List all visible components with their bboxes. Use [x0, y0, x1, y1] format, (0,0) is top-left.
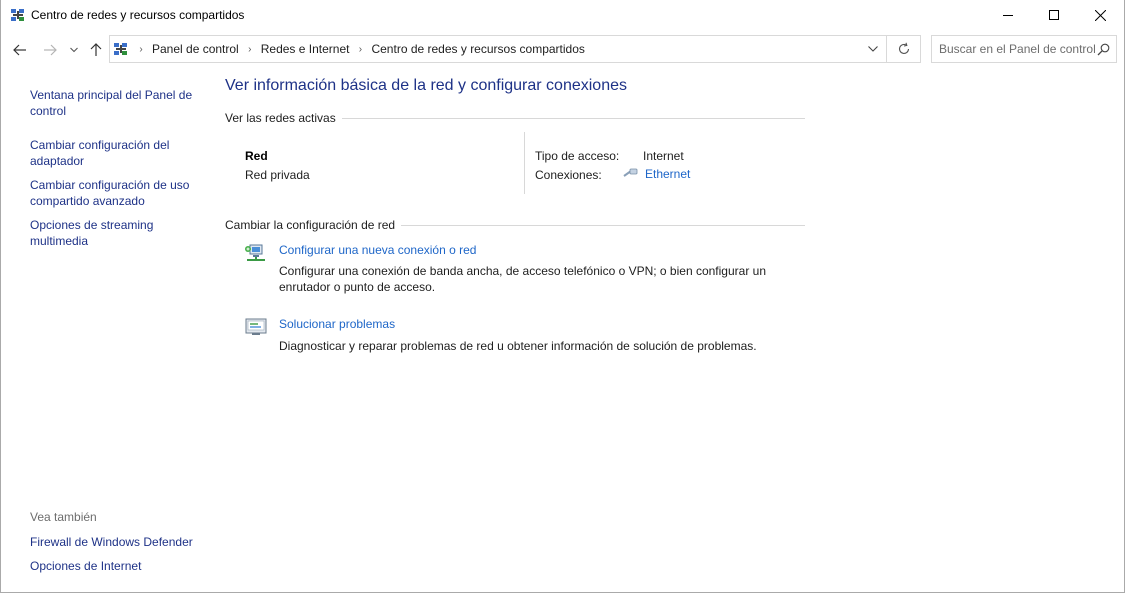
new-connection-icon [244, 241, 268, 265]
chevron-right-icon[interactable]: › [243, 44, 257, 55]
minimize-button[interactable] [985, 0, 1031, 30]
maximize-button[interactable] [1031, 0, 1077, 30]
window-title: Centro de redes y recursos compartidos [31, 8, 245, 22]
arrow-right-icon [44, 44, 57, 56]
chevron-down-icon [868, 46, 878, 52]
chevron-right-icon[interactable]: › [134, 44, 148, 55]
control-panel-window: Centro de redes y recursos compartidos ›… [0, 0, 1125, 593]
breadcrumb-item-network-center[interactable]: Centro de redes y recursos compartidos [367, 42, 588, 56]
address-bar[interactable]: › Panel de control › Redes e Internet › … [109, 35, 887, 63]
search-icon[interactable] [1095, 41, 1111, 57]
network-center-icon [11, 8, 25, 22]
back-button[interactable] [11, 40, 29, 60]
refresh-icon [898, 42, 909, 54]
address-history-button[interactable] [866, 41, 880, 57]
breadcrumb-item-control-panel[interactable]: Panel de control [148, 42, 243, 56]
sidebar-link-adapter-settings[interactable]: Cambiar configuración del adaptador [30, 137, 206, 169]
search-box[interactable] [931, 35, 1117, 63]
arrow-up-icon [90, 43, 102, 56]
forward-button[interactable] [41, 40, 59, 60]
access-type-label: Tipo de acceso: [535, 149, 620, 163]
up-button[interactable] [87, 40, 105, 60]
ethernet-connection[interactable]: Ethernet [623, 167, 690, 181]
see-also-link-internet-options[interactable]: Opciones de Internet [30, 558, 206, 574]
page-title: Ver información básica de la red y confi… [225, 77, 627, 94]
troubleshoot-icon [244, 315, 268, 339]
vertical-divider [524, 132, 525, 194]
network-center-icon [114, 42, 128, 56]
breadcrumb-item-network-internet[interactable]: Redes e Internet [257, 42, 354, 56]
navigation-bar: › Panel de control › Redes e Internet › … [1, 31, 1124, 69]
arrow-left-icon [13, 44, 26, 56]
connections-label: Conexiones: [535, 168, 602, 182]
main-content: Ver información básica de la red y confi… [211, 69, 1124, 591]
sidebar-link-advanced-sharing[interactable]: Cambiar configuración de uso compartido … [30, 177, 206, 209]
recent-locations-button[interactable] [67, 40, 81, 60]
see-also-heading: Vea también [30, 510, 97, 524]
refresh-button[interactable] [887, 35, 921, 63]
search-input[interactable] [932, 36, 1099, 62]
active-networks-section-header: Ver las redes activas [225, 110, 805, 126]
active-networks-heading: Ver las redes activas [225, 111, 336, 125]
close-icon [1094, 9, 1106, 21]
troubleshoot-description: Diagnosticar y reparar problemas de red … [279, 339, 757, 353]
chevron-right-icon[interactable]: › [353, 44, 367, 55]
section-divider [401, 224, 805, 226]
sidebar-link-media-streaming[interactable]: Opciones de streaming multimedia [30, 217, 206, 249]
setup-new-connection-link[interactable]: Configurar una nueva conexión o red [279, 243, 476, 257]
ethernet-link[interactable]: Ethernet [645, 167, 690, 181]
maximize-icon [1049, 10, 1059, 20]
sidebar-link-control-panel-home[interactable]: Ventana principal del Panel de control [30, 87, 206, 119]
setup-new-connection-description: Configurar una conexión de banda ancha, … [279, 264, 766, 294]
close-button[interactable] [1077, 0, 1123, 30]
minimize-icon [1003, 15, 1013, 16]
see-also-link-firewall[interactable]: Firewall de Windows Defender [30, 534, 206, 550]
breadcrumb: › Panel de control › Redes e Internet › … [134, 36, 589, 62]
section-divider [341, 117, 805, 119]
network-name: Red [245, 149, 268, 163]
title-bar: Centro de redes y recursos compartidos [1, 0, 1124, 31]
left-navigation-pane: Ventana principal del Panel de control C… [1, 69, 211, 591]
network-profile: Red privada [245, 168, 310, 182]
chevron-down-icon [70, 47, 78, 53]
access-type-value: Internet [643, 149, 684, 163]
ethernet-cable-icon [623, 167, 639, 181]
troubleshoot-link[interactable]: Solucionar problemas [279, 317, 395, 331]
change-settings-heading: Cambiar la configuración de red [225, 218, 396, 232]
change-settings-section-header: Cambiar la configuración de red [225, 217, 805, 233]
